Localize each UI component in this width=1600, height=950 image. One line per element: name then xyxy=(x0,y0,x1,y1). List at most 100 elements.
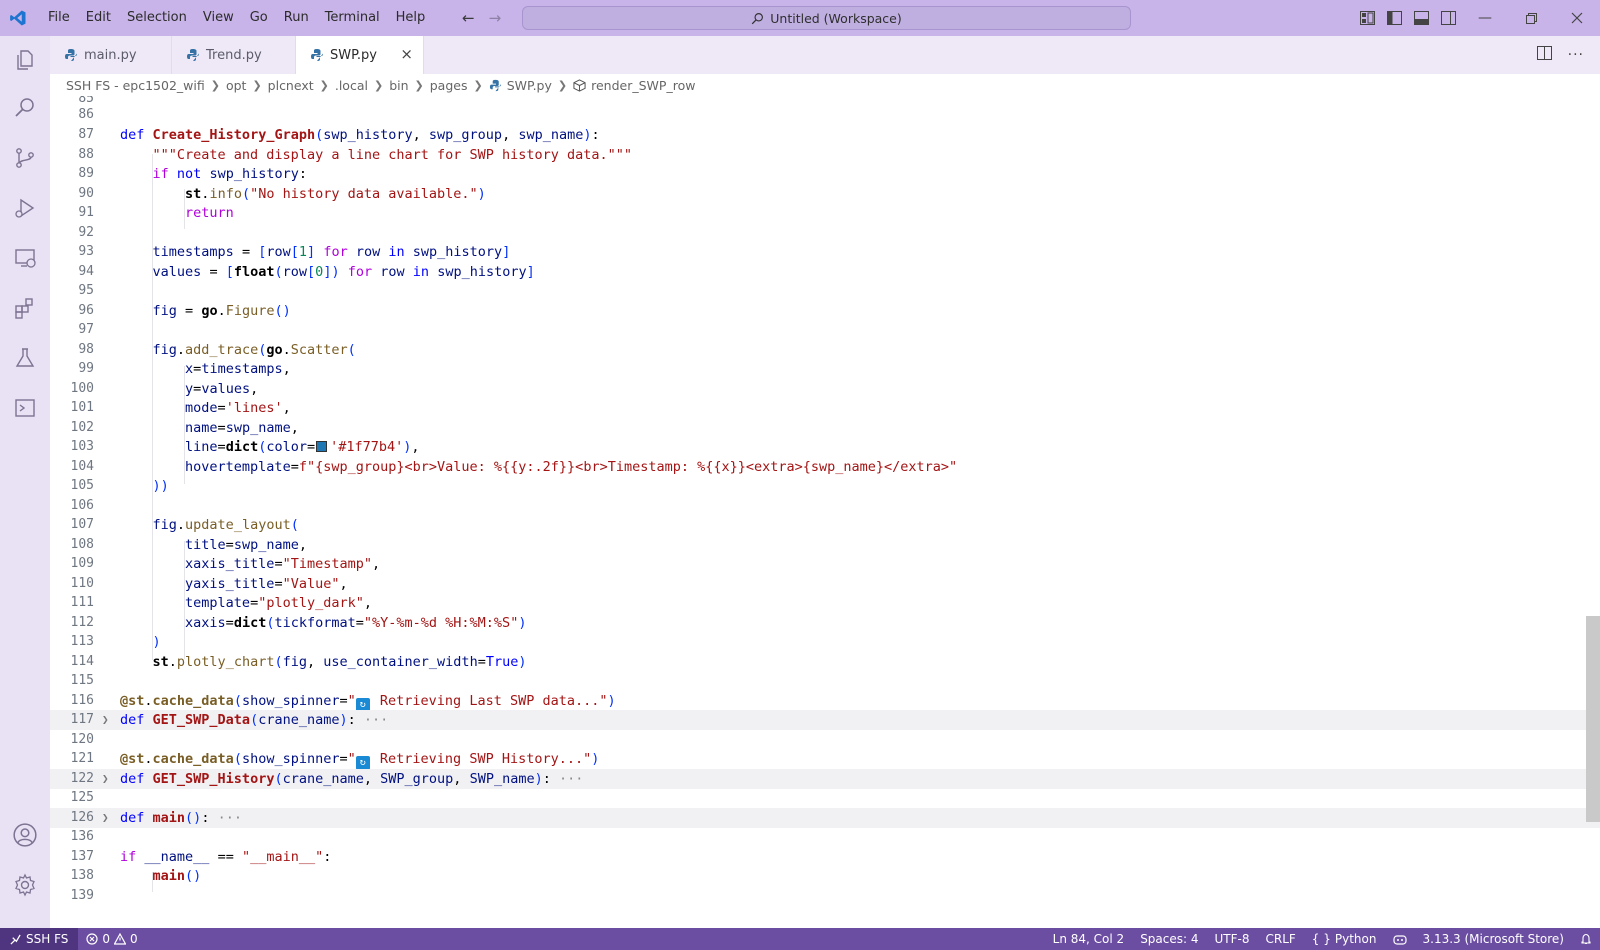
code-line: 89 if not swp_history: xyxy=(50,164,1600,184)
problems-indicator[interactable]: 0 0 xyxy=(78,932,145,946)
menu-file[interactable]: File xyxy=(40,0,78,36)
cursor-position[interactable]: Ln 84, Col 2 xyxy=(1045,932,1133,946)
chevron-right-icon: ❯ xyxy=(252,78,262,92)
chevron-right-fold-icon[interactable]: ❯ xyxy=(102,710,114,730)
code-line: 111 template="plotly_dark", xyxy=(50,593,1600,613)
remote-indicator[interactable]: SSH FS xyxy=(0,928,79,950)
braces-icon: { } xyxy=(1311,932,1331,946)
breadcrumb-item[interactable]: opt xyxy=(226,78,246,93)
breadcrumb-item[interactable]: pages xyxy=(430,78,468,93)
line-number: 104 xyxy=(70,459,94,474)
code-line: 108 title=swp_name, xyxy=(50,535,1600,555)
language-mode[interactable]: { } Python xyxy=(1304,932,1385,946)
minimize-icon[interactable]: — xyxy=(1462,0,1508,36)
split-editor-icon[interactable] xyxy=(1536,46,1552,64)
code-line: 121 @st.cache_data(show_spinner=" ↻ Retrie… xyxy=(50,749,1600,770)
back-arrow-icon[interactable]: ← xyxy=(462,9,475,27)
vscode-logo-icon[interactable] xyxy=(0,0,36,36)
copilot-status[interactable] xyxy=(1385,933,1415,945)
chevron-right-icon: ❯ xyxy=(319,78,329,92)
close-tab-icon[interactable]: × xyxy=(400,47,413,62)
line-number: 86 xyxy=(78,107,94,122)
folded-ellipsis[interactable]: ··· xyxy=(218,810,242,826)
close-window-icon[interactable] xyxy=(1554,0,1600,36)
menu-terminal[interactable]: Terminal xyxy=(317,0,388,36)
line-number: 138 xyxy=(70,868,94,883)
toggle-secondary-sidebar-icon[interactable] xyxy=(1435,0,1462,36)
navigation-arrows: ← → xyxy=(462,0,501,36)
indentation[interactable]: Spaces: 4 xyxy=(1132,932,1206,946)
copilot-icon xyxy=(1392,935,1407,945)
color-swatch[interactable] xyxy=(316,441,328,452)
end-of-line[interactable]: CRLF xyxy=(1257,932,1303,946)
settings-gear-icon[interactable] xyxy=(0,861,50,909)
line-number: 87 xyxy=(78,127,94,142)
code-line: 110 yaxis_title="Value", xyxy=(50,574,1600,594)
python-file-icon xyxy=(186,48,200,62)
line-number: 97 xyxy=(78,322,94,337)
title-actions: — xyxy=(1354,0,1600,36)
run-debug-icon[interactable] xyxy=(0,184,50,232)
line-number: 89 xyxy=(78,166,94,181)
chevron-right-icon: ❯ xyxy=(373,78,384,92)
line-number: 99 xyxy=(78,361,94,376)
explorer-icon[interactable] xyxy=(0,36,50,84)
code-editor[interactable]: 85 86 87 def Create_History_Graph(swp_his… xyxy=(50,96,1600,928)
extensions-icon[interactable] xyxy=(0,284,50,332)
chevron-right-fold-icon[interactable]: ❯ xyxy=(102,769,114,789)
line-number: 90 xyxy=(78,186,94,201)
code-line-folded: 122 ❯ def GET_SWP_History(crane_name, SWP_… xyxy=(50,769,1600,789)
breadcrumb-symbol[interactable]: render_SWP_row xyxy=(573,78,695,93)
breadcrumb-file[interactable]: SWP.py xyxy=(489,78,552,93)
line-number: 95 xyxy=(78,283,94,298)
menu-run[interactable]: Run xyxy=(276,0,317,36)
code-line-folded: 117 ❯ def GET_SWP_Data(crane_name): ··· xyxy=(50,710,1600,730)
testing-icon[interactable] xyxy=(0,334,50,382)
folded-ellipsis[interactable]: ··· xyxy=(559,771,583,787)
search-icon[interactable] xyxy=(0,84,50,132)
customize-layout-icon[interactable] xyxy=(1354,0,1381,36)
breadcrumb-item[interactable]: SSH FS - epc1502_wifi xyxy=(66,78,205,93)
vertical-scrollbar-thumb[interactable] xyxy=(1586,616,1600,822)
tab-trend-py[interactable]: Trend.py xyxy=(172,36,296,74)
line-number: 116 xyxy=(70,693,94,708)
menu-selection[interactable]: Selection xyxy=(119,0,195,36)
source-control-icon[interactable] xyxy=(0,134,50,182)
menu-help[interactable]: Help xyxy=(388,0,434,36)
breadcrumb-item[interactable]: plcnext xyxy=(268,78,314,93)
python-file-icon xyxy=(489,79,502,92)
code-line: 88 """Create and display a line chart fo… xyxy=(50,145,1600,165)
code-line: 92 xyxy=(50,223,1600,243)
code-line: 120 xyxy=(50,730,1600,750)
terminal-panel-icon[interactable] xyxy=(0,384,50,432)
python-interpreter[interactable]: 3.13.3 (Microsoft Store) xyxy=(1415,932,1573,946)
chevron-right-fold-icon[interactable]: ❯ xyxy=(102,808,114,828)
activity-bar xyxy=(0,36,50,928)
forward-arrow-icon[interactable]: → xyxy=(489,9,502,27)
menu-go[interactable]: Go xyxy=(242,0,276,36)
toggle-primary-sidebar-icon[interactable] xyxy=(1381,0,1408,36)
command-center[interactable]: Untitled (Workspace) xyxy=(522,6,1131,30)
restore-icon[interactable] xyxy=(1508,0,1554,36)
more-actions-icon[interactable]: ··· xyxy=(1568,47,1584,63)
breadcrumb-item[interactable]: .local xyxy=(335,78,368,93)
remote-explorer-icon[interactable] xyxy=(0,234,50,282)
code-line: 139 xyxy=(50,886,1600,906)
tab-swp-py[interactable]: SWP.py × xyxy=(296,36,424,74)
tab-label: SWP.py xyxy=(330,47,377,63)
tab-main-py[interactable]: main.py xyxy=(50,36,172,74)
chevron-right-icon: ❯ xyxy=(557,78,568,92)
line-number: 136 xyxy=(70,829,94,844)
line-number: 122 xyxy=(70,771,94,786)
folded-ellipsis[interactable]: ··· xyxy=(364,712,388,728)
string-literal: "%Y-%m-%d %H:%M:%S" xyxy=(363,615,519,631)
menu-view[interactable]: View xyxy=(195,0,242,36)
menu-edit[interactable]: Edit xyxy=(78,0,119,36)
breadcrumb: SSH FS - epc1502_wifi ❯ opt ❯ plcnext ❯ … xyxy=(50,74,1600,96)
encoding[interactable]: UTF-8 xyxy=(1207,932,1258,946)
notifications-bell-icon[interactable] xyxy=(1572,933,1600,945)
toggle-panel-icon[interactable] xyxy=(1408,0,1435,36)
accounts-icon[interactable] xyxy=(0,811,50,859)
line-number: 110 xyxy=(70,576,94,591)
breadcrumb-item[interactable]: bin xyxy=(389,78,408,93)
